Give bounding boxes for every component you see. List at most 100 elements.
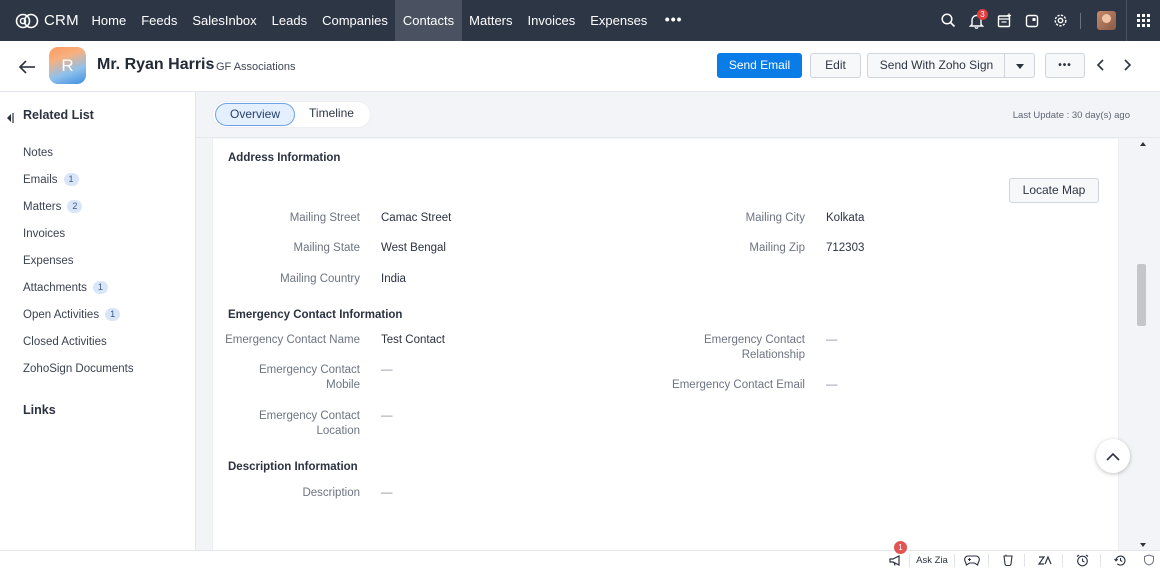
related-item-notes[interactable]: Notes xyxy=(23,139,134,166)
related-item-count: 1 xyxy=(63,173,79,186)
related-item-label: Attachments xyxy=(23,281,87,294)
record-name-separator: - xyxy=(207,60,211,72)
emergency-contact-email-value[interactable]: — xyxy=(826,378,838,393)
locate-map-button[interactable]: Locate Map xyxy=(1009,178,1099,203)
mailing-country-value[interactable]: India xyxy=(381,272,406,287)
tab-timeline[interactable]: Timeline xyxy=(295,103,368,126)
description-value[interactable]: — xyxy=(381,486,393,501)
tabs-row: Overview Timeline Last Update : 30 day(s… xyxy=(196,92,1160,138)
description-label: Description xyxy=(302,487,360,499)
mailing-street-value[interactable]: Camac Street xyxy=(381,211,451,226)
related-item-label: Emails xyxy=(23,173,58,186)
emergency-contact-relationship-value[interactable]: — xyxy=(826,333,838,348)
nav-leads[interactable]: Leads xyxy=(264,0,314,41)
record-header: R Mr. Ryan Harris - GF Associations Send… xyxy=(0,41,1160,92)
related-item-label: Notes xyxy=(23,146,54,159)
edit-button[interactable]: Edit xyxy=(810,53,861,78)
emergency-contact-name-value[interactable]: Test Contact xyxy=(381,333,445,348)
related-item-expenses[interactable]: Expenses xyxy=(23,247,134,274)
chevron-up-icon xyxy=(1106,452,1120,461)
emergency-section-title: Emergency Contact Information xyxy=(228,309,403,321)
scroll-up-arrow[interactable] xyxy=(1140,142,1146,146)
bottom-divider xyxy=(1024,554,1025,567)
related-item-invoices[interactable]: Invoices xyxy=(23,220,134,247)
nav-divider xyxy=(1080,12,1081,29)
links-heading[interactable]: Links xyxy=(23,403,56,417)
more-actions-button[interactable]: ••• xyxy=(1045,53,1085,78)
collapse-sidebar-icon[interactable] xyxy=(6,110,14,123)
bottom-divider xyxy=(909,554,910,567)
chevron-down-icon xyxy=(1015,64,1024,69)
brand-text: CRM xyxy=(44,12,79,29)
nav-feeds[interactable]: Feeds xyxy=(134,0,185,41)
send-with-zoho-sign-dropdown[interactable] xyxy=(1004,53,1035,78)
bottom-divider xyxy=(954,554,955,567)
label-line: Location xyxy=(316,425,360,437)
scroll-to-top-button[interactable] xyxy=(1096,439,1130,473)
nav-more-button[interactable]: ••• xyxy=(655,0,693,41)
related-item-matters[interactable]: Matters 2 xyxy=(23,193,134,220)
nav-contacts[interactable]: Contacts xyxy=(395,0,462,41)
nav-companies[interactable]: Companies xyxy=(315,0,396,41)
bell-icon[interactable]: 3 xyxy=(962,0,990,41)
shield-icon[interactable] xyxy=(1140,551,1158,568)
emergency-contact-mobile-value[interactable]: — xyxy=(381,363,393,378)
send-with-zoho-sign-button[interactable]: Send With Zoho Sign xyxy=(867,53,1005,78)
mailing-city-value[interactable]: Kolkata xyxy=(826,211,864,226)
record-details: Address Information Locate Map Mailing S… xyxy=(212,139,1119,550)
nav-matters[interactable]: Matters xyxy=(462,0,520,41)
zia-logo-icon[interactable] xyxy=(1034,551,1056,568)
bottom-divider xyxy=(988,554,989,567)
mailing-zip-value[interactable]: 712303 xyxy=(826,241,864,256)
emergency-contact-email-label: Emergency Contact Email xyxy=(672,379,805,391)
related-item-attachments[interactable]: Attachments 1 xyxy=(23,274,134,301)
mailing-zip-label: Mailing Zip xyxy=(749,242,805,254)
user-avatar[interactable] xyxy=(1097,11,1116,30)
back-arrow-icon[interactable] xyxy=(17,57,37,77)
tab-overview[interactable]: Overview xyxy=(215,103,296,126)
gamepad-icon[interactable] xyxy=(961,551,983,568)
related-item-label: Open Activities xyxy=(23,308,100,321)
megaphone-icon[interactable] xyxy=(884,551,906,568)
nav-home[interactable]: Home xyxy=(84,0,134,41)
scroll-thumb[interactable] xyxy=(1137,264,1146,326)
crm-logo-icon xyxy=(15,13,39,28)
scroll-down-arrow[interactable] xyxy=(1140,543,1146,547)
alarm-clock-icon[interactable] xyxy=(1071,551,1093,568)
gear-icon[interactable] xyxy=(1046,0,1074,41)
mailing-state-label: Mailing State xyxy=(293,242,360,254)
send-email-button[interactable]: Send Email xyxy=(717,53,802,78)
label-line: Relationship xyxy=(741,349,805,361)
history-icon[interactable] xyxy=(1109,551,1131,568)
emergency-contact-location-value[interactable]: — xyxy=(381,409,393,424)
mailing-city-label: Mailing City xyxy=(745,212,805,224)
calendar-add-icon[interactable] xyxy=(990,0,1018,41)
related-item-label: Matters xyxy=(23,200,62,213)
cup-icon[interactable] xyxy=(997,551,1019,568)
bottom-toolbar: 1 Ask Zia xyxy=(0,541,1160,568)
nav-right-tools: 3 xyxy=(934,0,1160,41)
related-item-closed-activities[interactable]: Closed Activities xyxy=(23,328,134,355)
related-list-sidebar: Related List Notes Emails 1 Matters 2 Invo… xyxy=(0,92,196,550)
address-section-title: Address Information xyxy=(228,152,341,164)
nav-expenses[interactable]: Expenses xyxy=(583,0,655,41)
related-item-zohosign-documents[interactable]: ZohoSign Documents xyxy=(23,355,134,382)
previous-record-icon[interactable] xyxy=(1095,58,1107,72)
panel-icon[interactable] xyxy=(1018,0,1046,41)
ask-zia-button[interactable]: Ask Zia xyxy=(913,551,951,568)
mailing-state-value[interactable]: West Bengal xyxy=(381,241,446,256)
record-company[interactable]: GF Associations xyxy=(216,61,295,73)
bottom-divider xyxy=(1100,554,1101,567)
related-item-emails[interactable]: Emails 1 xyxy=(23,166,134,193)
top-nav: CRM Home Feeds SalesInbox Leads Companie… xyxy=(0,0,1160,41)
related-item-open-activities[interactable]: Open Activities 1 xyxy=(23,301,134,328)
nav-salesinbox[interactable]: SalesInbox xyxy=(185,0,264,41)
content-scrollbar[interactable] xyxy=(1131,139,1151,550)
apps-grid-icon[interactable] xyxy=(1126,0,1160,41)
crm-logo[interactable]: CRM xyxy=(0,0,84,41)
search-icon[interactable] xyxy=(934,0,962,41)
nav-invoices[interactable]: Invoices xyxy=(520,0,583,41)
next-record-icon[interactable] xyxy=(1121,58,1133,72)
notification-badge: 3 xyxy=(977,9,988,20)
label-line: Mobile xyxy=(326,379,360,391)
